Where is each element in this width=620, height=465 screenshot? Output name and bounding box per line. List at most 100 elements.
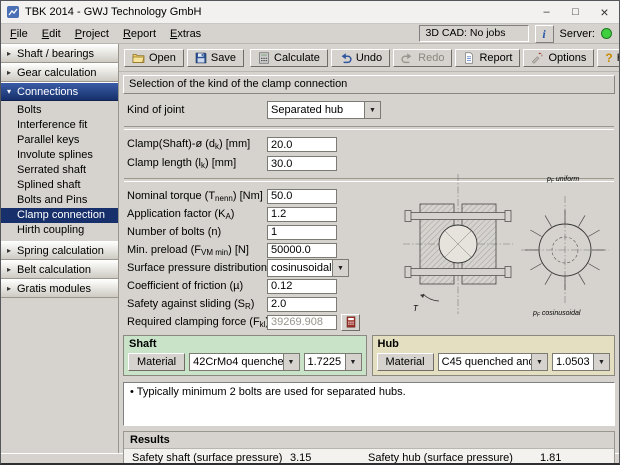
safety-sliding-input[interactable] — [267, 297, 337, 312]
menu-file[interactable]: File — [3, 26, 35, 42]
chevron-down-icon[interactable]: ▼ — [364, 102, 380, 118]
clamping-force-calc-button[interactable] — [341, 314, 360, 331]
min-preload-input[interactable] — [267, 243, 337, 258]
shaft-material-number-select[interactable]: 1.7225 ▼ — [304, 353, 362, 371]
chevron-down-icon[interactable]: ▼ — [283, 354, 299, 370]
surface-pressure-select[interactable]: cosinusoidal ▼ — [267, 259, 349, 277]
sidebar-item-clamp-connection[interactable]: Clamp connection — [1, 208, 118, 223]
kind-of-joint-select[interactable]: Separated hub ▼ — [267, 101, 381, 119]
note-text: Typically minimum 2 bolts are used for s… — [137, 386, 406, 398]
app-window: TBK 2014 - GWJ Technology GmbH – □ × Fil… — [0, 0, 620, 465]
save-button[interactable]: Save — [187, 49, 244, 67]
open-button[interactable]: Open — [124, 49, 184, 67]
hub-material-value: C45 quenched and temper... — [439, 356, 531, 368]
number-of-bolts-input[interactable] — [267, 225, 337, 240]
hub-material-button[interactable]: Material — [377, 353, 434, 371]
note-box: • Typically minimum 2 bolts are used for… — [123, 382, 615, 426]
shaft-material-select[interactable]: 42CrMo4 quenched and te... ▼ — [189, 353, 299, 371]
sidebar-item-interference-fit[interactable]: Interference fit — [1, 118, 118, 133]
required-clamping-force-field — [267, 315, 337, 330]
menu-extras[interactable]: Extras — [163, 26, 208, 42]
hub-material-select[interactable]: C45 quenched and temper... ▼ — [438, 353, 548, 371]
hub-material-number-value: 1.0503 — [553, 356, 593, 368]
chevron-down-icon[interactable]: ▼ — [593, 354, 609, 370]
chevron-right-icon: ▸ — [5, 284, 13, 293]
menubar: File Edit Project Report Extras 3D CAD: … — [1, 24, 619, 44]
results-row: Safety shaft (surface pressure) 3.15 Saf… — [124, 449, 614, 465]
maximize-button[interactable]: □ — [561, 1, 590, 23]
sidebar-item-involute-splines[interactable]: Involute splines — [1, 148, 118, 163]
server-status-icon — [601, 28, 612, 39]
chevron-down-icon[interactable]: ▼ — [332, 260, 348, 276]
results-panel: Results Safety shaft (surface pressure) … — [123, 431, 615, 465]
close-button[interactable]: × — [590, 1, 619, 23]
nominal-torque-input[interactable] — [267, 189, 337, 204]
sidebar-group-connections[interactable]: ▾ Connections — [1, 82, 118, 101]
options-button[interactable]: Options — [523, 49, 594, 67]
help-icon: ? — [605, 51, 612, 65]
chevron-down-icon[interactable]: ▼ — [531, 354, 547, 370]
undo-button[interactable]: Undo — [331, 49, 390, 67]
connections-items: Bolts Interference fit Parallel keys Inv… — [1, 101, 118, 241]
chevron-down-icon[interactable]: ▼ — [345, 354, 361, 370]
minimize-button[interactable]: – — [532, 1, 561, 23]
sidebar-item-bolts[interactable]: Bolts — [1, 103, 118, 118]
redo-arrow-icon — [401, 52, 414, 64]
nominal-torque-label: Nominal torque (Tnenn) [Nm] — [123, 190, 267, 203]
application-factor-label: Application factor (KA) — [123, 208, 267, 221]
sidebar-group-shaft-bearings[interactable]: ▸ Shaft / bearings — [1, 44, 118, 63]
clamp-length-input[interactable] — [267, 156, 337, 171]
server-label: Server: — [560, 28, 595, 40]
safety-hub-label: Safety hub (surface pressure) — [368, 452, 540, 464]
info-icon: i — [542, 28, 545, 40]
menu-edit[interactable]: Edit — [35, 26, 68, 42]
cad-status-box: 3D CAD: No jobs — [419, 25, 529, 42]
safety-sliding-label: Safety against sliding (SR) — [123, 298, 267, 311]
hub-material-number-select[interactable]: 1.0503 ▼ — [552, 353, 610, 371]
calculate-button[interactable]: Calculate — [250, 49, 328, 67]
shaft-material-number-value: 1.7225 — [305, 356, 345, 368]
sidebar-group-belt-calculation[interactable]: ▸ Belt calculation — [1, 260, 118, 279]
save-diskette-icon — [195, 52, 207, 64]
sidebar-item-hirth-coupling[interactable]: Hirth coupling — [1, 223, 118, 238]
calculator-icon — [258, 52, 270, 64]
menu-project[interactable]: Project — [68, 26, 116, 42]
open-folder-icon — [132, 52, 145, 64]
sidebar-group-gratis-modules[interactable]: ▸ Gratis modules — [1, 279, 118, 298]
surface-pressure-value: cosinusoidal — [268, 262, 332, 274]
undo-arrow-icon — [339, 52, 352, 64]
sidebar-group-spring-calculation[interactable]: ▸ Spring calculation — [1, 241, 118, 260]
sidebar-item-bolts-and-pins[interactable]: Bolts and Pins — [1, 193, 118, 208]
clamp-length-label: Clamp length (lk) [mm] — [123, 157, 267, 170]
results-title: Results — [124, 432, 614, 449]
chevron-right-icon: ▸ — [5, 68, 13, 77]
chevron-right-icon: ▸ — [5, 49, 13, 58]
number-of-bolts-label: Number of bolts (n) — [123, 226, 267, 238]
bullet-icon: • — [130, 386, 134, 398]
shaft-material-button[interactable]: Material — [128, 353, 185, 371]
sidebar-item-splined-shaft[interactable]: Splined shaft — [1, 178, 118, 193]
shaft-group-title: Shaft — [129, 338, 362, 350]
sidebar-group-gear-calculation[interactable]: ▸ Gear calculation — [1, 63, 118, 82]
menu-report[interactable]: Report — [116, 26, 163, 42]
sidebar-item-serrated-shaft[interactable]: Serrated shaft — [1, 163, 118, 178]
section-title: Selection of the kind of the clamp conne… — [123, 75, 615, 94]
clamp-diameter-label: Clamp(Shaft)-ø (dk) [mm] — [123, 138, 267, 151]
clamp-diameter-input[interactable] — [267, 137, 337, 152]
hub-group-title: Hub — [378, 338, 611, 350]
report-button[interactable]: Report — [455, 49, 520, 67]
titlebar: TBK 2014 - GWJ Technology GmbH – □ × — [1, 1, 619, 24]
clamp-cross-section-diagram: T — [399, 170, 517, 318]
hub-group: Hub Material C45 quenched and temper... … — [372, 335, 616, 376]
app-icon — [6, 5, 20, 19]
sidebar-item-parallel-keys[interactable]: Parallel keys — [1, 133, 118, 148]
redo-button[interactable]: Redo — [393, 49, 452, 67]
help-button[interactable]: ? Help — [597, 49, 620, 67]
coefficient-friction-input[interactable] — [267, 279, 337, 294]
info-button[interactable]: i — [535, 25, 554, 43]
chevron-right-icon: ▸ — [5, 246, 13, 255]
clamp-diagrams: T pF uniform — [399, 170, 611, 318]
pressure-distribution-diagram: pF uniform — [519, 170, 611, 318]
application-factor-input[interactable] — [267, 207, 337, 222]
safety-shaft-value: 3.15 — [290, 452, 368, 464]
